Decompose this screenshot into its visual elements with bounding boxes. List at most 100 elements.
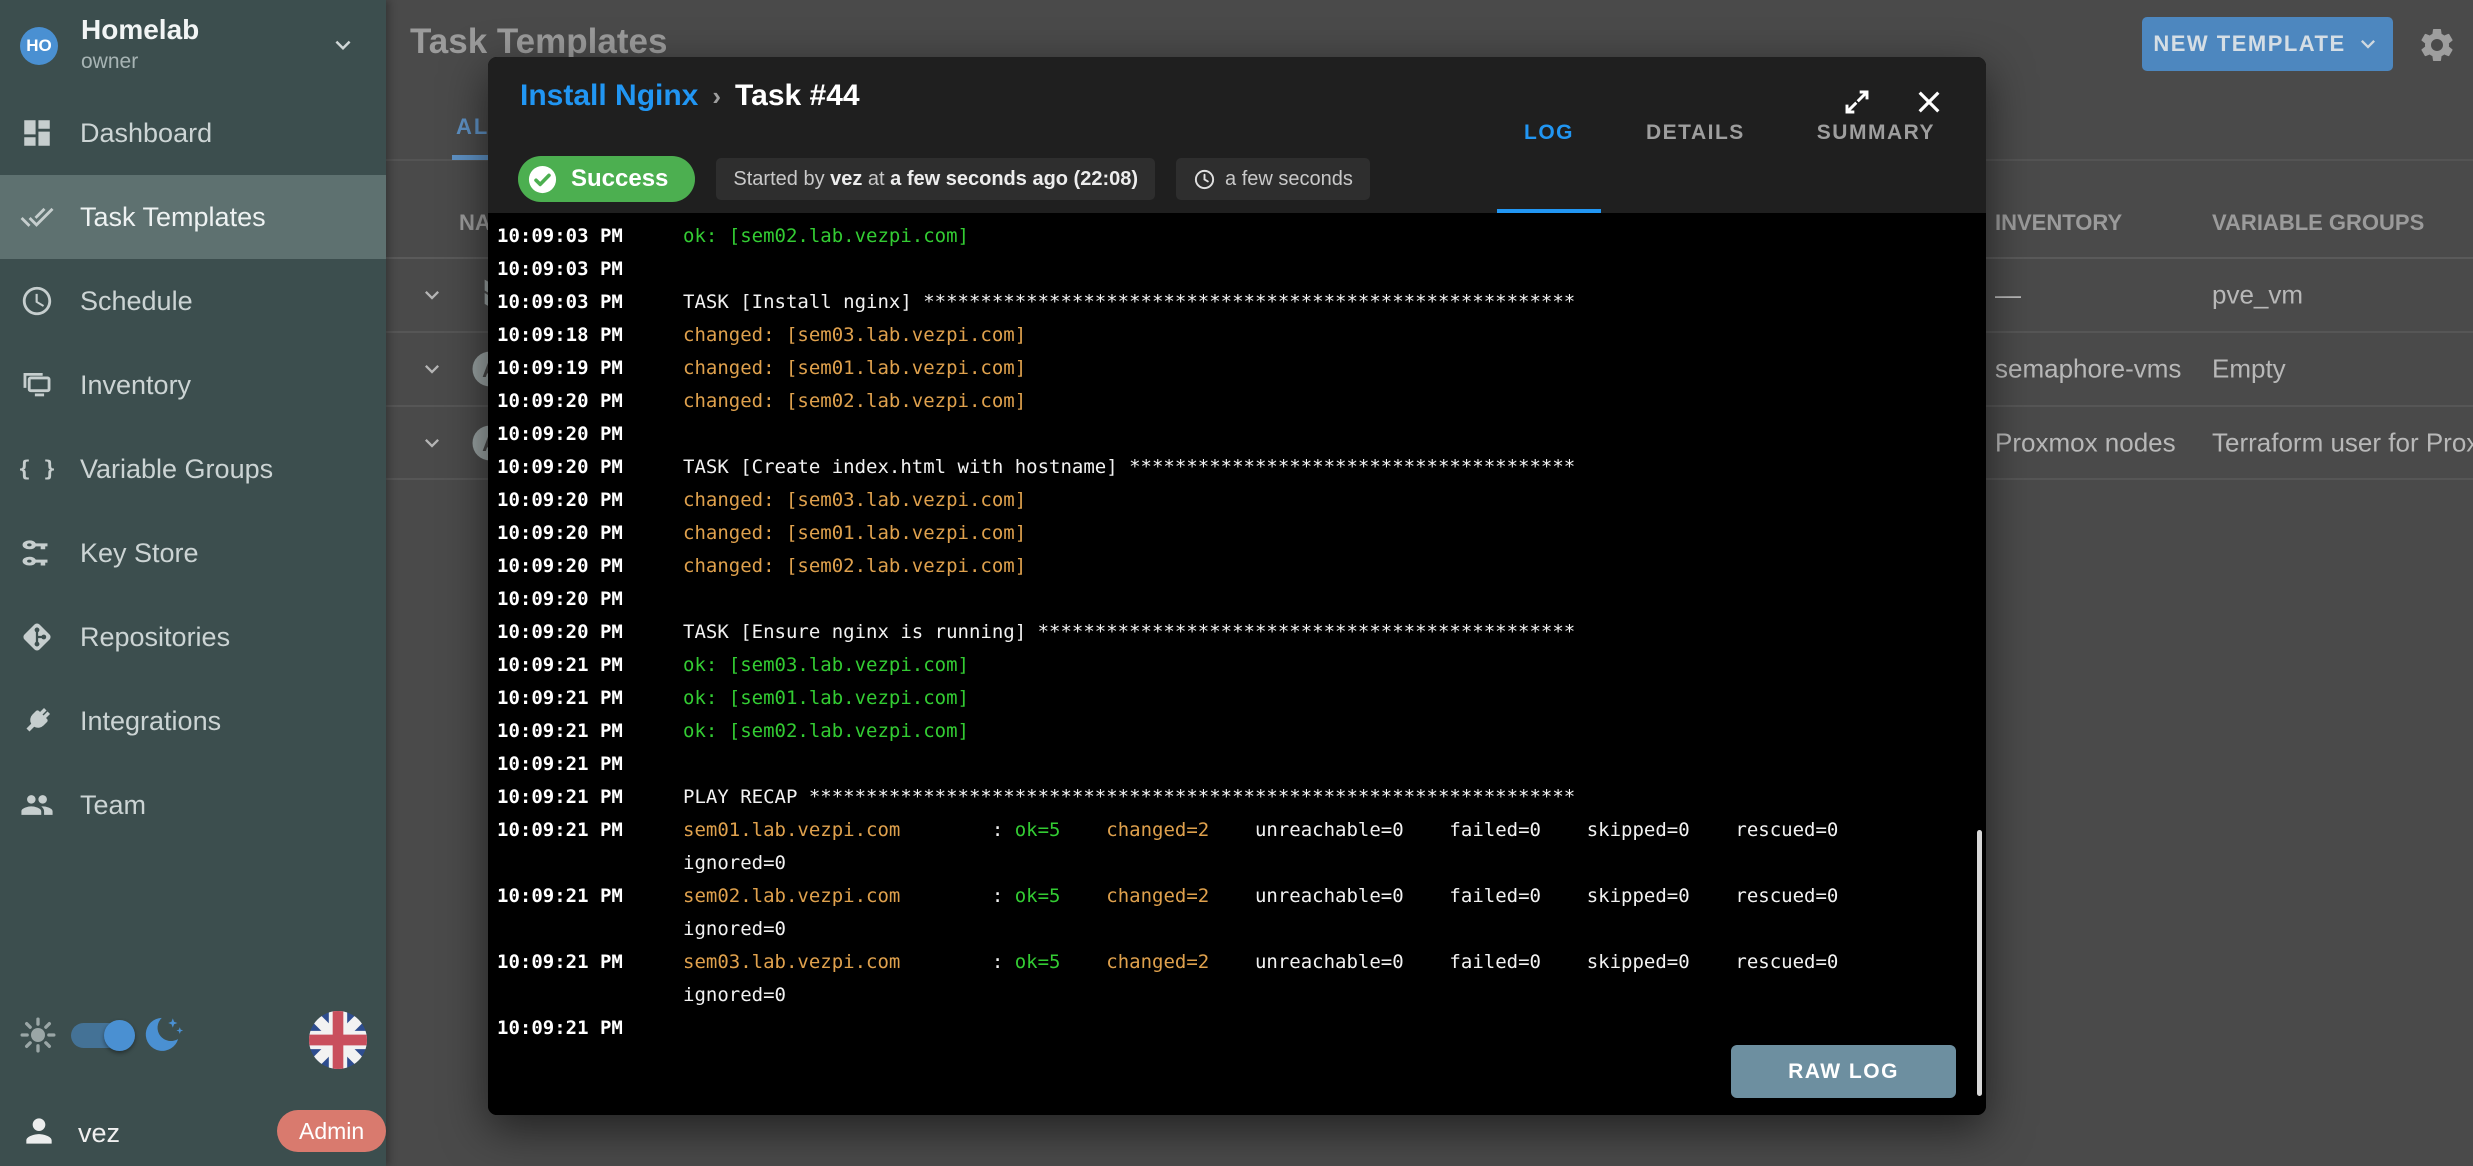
cell-variable-groups: Empty — [2212, 354, 2286, 385]
log-message: PLAY RECAP *****************************… — [683, 781, 1986, 814]
breadcrumb-template-link[interactable]: Install Nginx — [520, 79, 698, 113]
check-circle-icon — [527, 164, 558, 195]
sidebar-item-label: Team — [80, 790, 146, 821]
log-message: ignored=0 — [683, 847, 1986, 880]
cell-inventory: semaphore-vms — [1995, 354, 2181, 385]
log-message: sem03.lab.vezpi.com : ok=5 changed=2 unr… — [683, 946, 1986, 979]
app-root: Task Templates ALL NEW TEMPLATE NAME INV… — [0, 0, 2473, 1166]
dark-mode-moon-icon — [142, 1012, 186, 1056]
log-message — [683, 748, 1986, 781]
language-flag-uk[interactable] — [309, 1011, 367, 1069]
username: vez — [78, 1118, 120, 1149]
log-timestamp: 10:09:21 PM — [497, 946, 683, 979]
log-message: ok: [sem02.lab.vezpi.com] — [683, 715, 1986, 748]
log-message: changed: [sem02.lab.vezpi.com] — [683, 385, 1986, 418]
task-modal: Install Nginx › Task #44 Success Started… — [488, 57, 1986, 1115]
log-message — [683, 253, 1986, 286]
sidebar-item-integrations[interactable]: Integrations — [0, 679, 386, 763]
task-templates-icon — [20, 200, 54, 234]
admin-badge: Admin — [277, 1110, 386, 1152]
sidebar-item-variable-groups[interactable]: { } Variable Groups — [0, 427, 386, 511]
log-message: sem01.lab.vezpi.com : ok=5 changed=2 unr… — [683, 814, 1986, 847]
theme-toggle-knob — [104, 1020, 135, 1051]
team-icon — [20, 788, 54, 822]
sidebar-item-repositories[interactable]: Repositories — [0, 595, 386, 679]
modal-header: Install Nginx › Task #44 Success Started… — [488, 57, 1986, 213]
log-line: 10:09:21 PMsem01.lab.vezpi.com : ok=5 ch… — [488, 814, 1986, 847]
user-menu[interactable]: vez Admin — [0, 1100, 386, 1166]
log-timestamp: 10:09:21 PM — [497, 748, 683, 781]
log-line: 10:09:21 PMok: [sem02.lab.vezpi.com] — [488, 715, 1986, 748]
project-switcher[interactable]: HO Homelab owner — [0, 0, 386, 92]
breadcrumb-task: Task #44 — [735, 79, 860, 113]
breadcrumb-separator: › — [712, 81, 721, 112]
sidebar-item-inventory[interactable]: Inventory — [0, 343, 386, 427]
log-message: TASK [Install nginx] *******************… — [683, 286, 1986, 319]
tab-log[interactable]: LOG — [1497, 57, 1601, 213]
log-timestamp: 10:09:20 PM — [497, 583, 683, 616]
sidebar-item-label: Repositories — [80, 622, 230, 653]
started-chip: Started by vez at a few seconds ago (22:… — [716, 158, 1155, 200]
theme-toggle[interactable] — [71, 1023, 133, 1048]
sidebar-item-dashboard[interactable]: Dashboard — [0, 91, 386, 175]
sidebar-item-label: Key Store — [80, 538, 199, 569]
log-line: 10:09:21 PMok: [sem03.lab.vezpi.com] — [488, 649, 1986, 682]
sidebar-item-key-store[interactable]: Key Store — [0, 511, 386, 595]
duration-label: a few seconds — [1225, 168, 1353, 191]
log-timestamp: 10:09:20 PM — [497, 451, 683, 484]
log-timestamp: 10:09:20 PM — [497, 385, 683, 418]
log-timestamp: 10:09:21 PM — [497, 682, 683, 715]
row-expand-chevron-icon[interactable] — [418, 281, 446, 309]
log-message: ok: [sem01.lab.vezpi.com] — [683, 682, 1986, 715]
log-line: 10:09:21 PMok: [sem01.lab.vezpi.com] — [488, 682, 1986, 715]
new-template-button[interactable]: NEW TEMPLATE — [2142, 17, 2393, 71]
variable-groups-icon: { } — [20, 452, 54, 486]
sidebar: HO Homelab owner DashboardTask Templates… — [0, 0, 386, 1166]
status-badge-label: Success — [571, 165, 668, 193]
status-row: Success Started by vez at a few seconds … — [518, 156, 1370, 202]
log-message: ok: [sem02.lab.vezpi.com] — [683, 220, 1986, 253]
log-timestamp — [497, 847, 683, 880]
cell-variable-groups: pve_vm — [2212, 280, 2303, 311]
sidebar-item-label: Variable Groups — [80, 454, 273, 485]
log-message: changed: [sem03.lab.vezpi.com] — [683, 484, 1986, 517]
breadcrumb: Install Nginx › Task #44 — [520, 79, 860, 113]
raw-log-button[interactable]: RAW LOG — [1731, 1045, 1956, 1098]
cell-inventory: Proxmox nodes — [1995, 427, 2176, 458]
log-message: TASK [Create index.html with hostname] *… — [683, 451, 1986, 484]
user-icon — [20, 1112, 58, 1150]
sidebar-item-schedule[interactable]: Schedule — [0, 259, 386, 343]
chevron-down-icon — [328, 30, 358, 60]
log-message: changed: [sem03.lab.vezpi.com] — [683, 319, 1986, 352]
sidebar-item-team[interactable]: Team — [0, 763, 386, 847]
settings-gear-icon[interactable] — [2417, 25, 2457, 65]
log-timestamp: 10:09:21 PM — [497, 715, 683, 748]
log-line: 10:09:21 PMPLAY RECAP ******************… — [488, 781, 1986, 814]
log-timestamp: 10:09:03 PM — [497, 220, 683, 253]
tab-details[interactable]: DETAILS — [1619, 57, 1772, 213]
sidebar-item-label: Schedule — [80, 286, 193, 317]
tab-summary[interactable]: SUMMARY — [1790, 57, 1962, 213]
status-badge: Success — [518, 156, 695, 202]
row-expand-chevron-icon[interactable] — [418, 429, 446, 457]
log-line: 10:09:03 PMTASK [Install nginx] ********… — [488, 286, 1986, 319]
row-expand-chevron-icon[interactable] — [418, 355, 446, 383]
key-store-icon — [20, 536, 54, 570]
column-header-inventory: INVENTORY — [1995, 210, 2122, 236]
log-scrollbar[interactable] — [1977, 830, 1982, 1096]
log-message: TASK [Ensure nginx is running] *********… — [683, 616, 1986, 649]
log-message — [683, 1012, 1986, 1045]
log-timestamp: 10:09:18 PM — [497, 319, 683, 352]
svg-text:{ }: { } — [20, 457, 54, 482]
sidebar-item-label: Inventory — [80, 370, 191, 401]
new-template-label: NEW TEMPLATE — [2153, 31, 2345, 57]
duration-chip: a few seconds — [1176, 158, 1370, 200]
log-line: ignored=0 — [488, 847, 1986, 880]
log-line: 10:09:20 PMchanged: [sem01.lab.vezpi.com… — [488, 517, 1986, 550]
sidebar-item-task-templates[interactable]: Task Templates — [0, 175, 386, 259]
integrations-icon — [20, 704, 54, 738]
log-line: 10:09:20 PMchanged: [sem02.lab.vezpi.com… — [488, 550, 1986, 583]
log-line: 10:09:20 PMchanged: [sem02.lab.vezpi.com… — [488, 385, 1986, 418]
log-line: 10:09:21 PMsem03.lab.vezpi.com : ok=5 ch… — [488, 946, 1986, 979]
log-message: ignored=0 — [683, 913, 1986, 946]
